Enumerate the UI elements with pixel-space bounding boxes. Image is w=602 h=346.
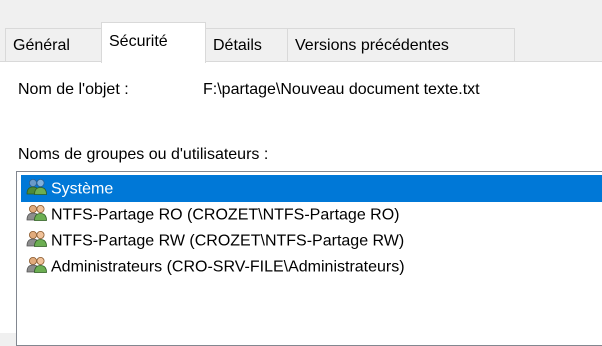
list-item-label: Système bbox=[51, 180, 114, 198]
list-item-label: NTFS-Partage RW (CROZET\NTFS-Partage RW) bbox=[51, 232, 405, 250]
list-item-ntfs-partage-ro[interactable]: NTFS-Partage RO (CROZET\NTFS-Partage RO) bbox=[21, 201, 602, 228]
list-item-label: Administrateurs (CRO-SRV-FILE\Administra… bbox=[51, 258, 405, 276]
tab-versions-precedentes[interactable]: Versions précédentes bbox=[287, 28, 515, 61]
groups-label: Noms de groupes ou d'utilisateurs : bbox=[18, 146, 269, 163]
users-icon bbox=[26, 230, 47, 247]
tab-details[interactable]: Détails bbox=[205, 28, 288, 61]
tab-strip: Général Sécurité Détails Versions précéd… bbox=[0, 0, 602, 63]
users-icon bbox=[26, 256, 47, 273]
object-name-value: F:\partage\Nouveau document texte.txt bbox=[203, 81, 480, 98]
tab-general[interactable]: Général bbox=[5, 28, 102, 61]
list-item-ntfs-partage-rw[interactable]: NTFS-Partage RW (CROZET\NTFS-Partage RW) bbox=[21, 227, 602, 254]
list-item-administrateurs[interactable]: Administrateurs (CRO-SRV-FILE\Administra… bbox=[21, 253, 602, 280]
list-item-systeme[interactable]: Système bbox=[21, 175, 602, 202]
users-icon bbox=[26, 178, 47, 195]
list-item-label: NTFS-Partage RO (CROZET\NTFS-Partage RO) bbox=[51, 206, 400, 224]
object-name-row: Nom de l'objet : F:\partage\Nouveau docum… bbox=[18, 81, 480, 99]
object-name-label: Nom de l'objet : bbox=[18, 81, 129, 98]
security-tab-panel: Nom de l'objet : F:\partage\Nouveau docum… bbox=[0, 62, 602, 346]
users-icon bbox=[26, 204, 47, 221]
groups-users-list[interactable]: Système NTFS-Partage RO (CROZET\NTFS-Par… bbox=[16, 171, 602, 346]
tab-securite[interactable]: Sécurité bbox=[101, 22, 206, 63]
